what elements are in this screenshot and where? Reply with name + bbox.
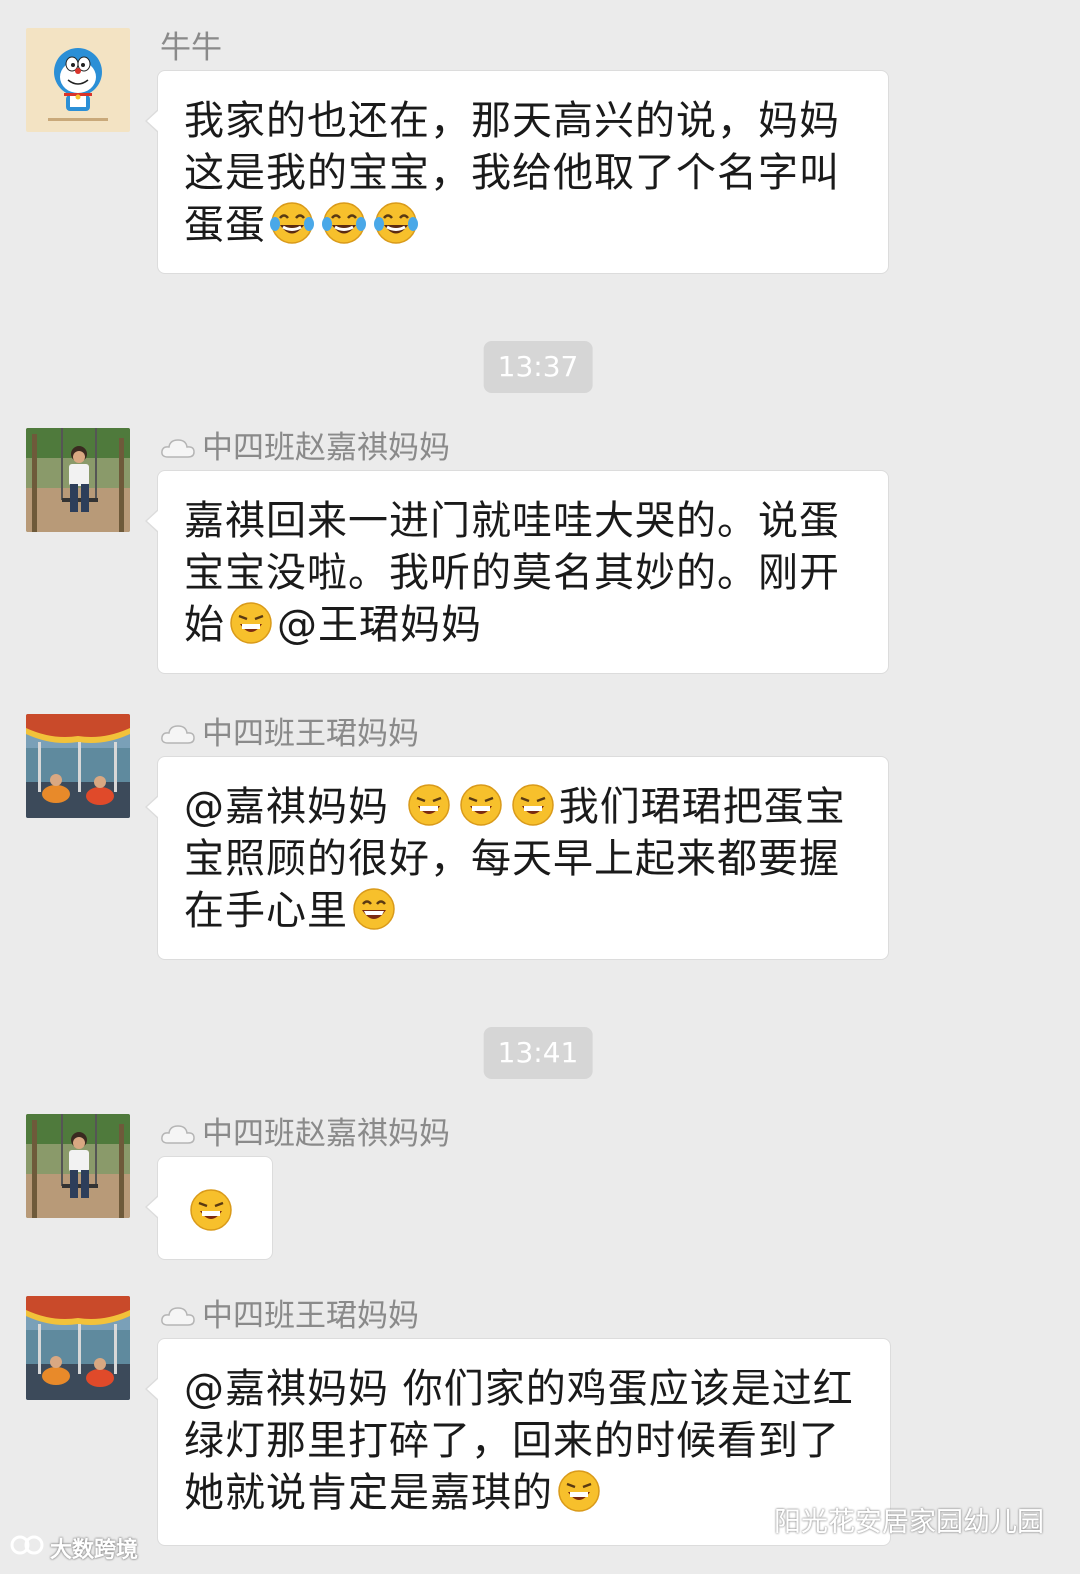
account-watermark: 阳光花安居家园幼儿园: [724, 1500, 1044, 1539]
grin-emoji-icon: [556, 1468, 602, 1514]
message-text: 蛋蛋: [184, 202, 266, 248]
grin-emoji-icon: [188, 1187, 234, 1233]
message-bubble[interactable]: [145, 1156, 273, 1260]
message-line: @嘉祺妈妈 你们家的鸡蛋应该是过红: [184, 1363, 864, 1415]
sender-name-text: 中四班王珺妈妈: [202, 1298, 419, 1334]
corner-watermark: 大数跨境: [10, 1532, 138, 1564]
doraemon-avatar-icon: [26, 28, 130, 132]
sender-name-text: 中四班赵嘉祺妈妈: [202, 430, 450, 466]
avatar[interactable]: [26, 1296, 130, 1400]
grin-emoji-icon: [228, 600, 274, 646]
message-bubble[interactable]: 嘉祺回来一进门就哇哇大哭的。说蛋 宝宝没啦。我听的莫名其妙的。刚开 始 @王珺妈妈: [145, 470, 889, 674]
tears-of-joy-emoji-icon: [269, 200, 315, 246]
message-text: 我们珺珺把蛋宝: [558, 784, 846, 830]
grin-emoji-icon: [458, 782, 504, 828]
tears-of-joy-emoji-icon: [373, 200, 419, 246]
message-text: 宝照顾的很好，每天早上起来都要握: [184, 836, 840, 882]
message-line: 嘉祺回来一进门就哇哇大哭的。说蛋: [184, 495, 862, 547]
message-text: 宝宝没啦。我听的莫名其妙的。刚开: [184, 550, 840, 596]
message-text: 这是我的宝宝，我给他取了个名字叫: [184, 150, 840, 196]
tears-of-joy-emoji-icon: [321, 200, 367, 246]
sender-name-text: 中四班赵嘉祺妈妈: [202, 1116, 450, 1152]
message-line: @嘉祺妈妈 我们珺珺把蛋宝: [184, 781, 862, 833]
sender-name: 中四班王珺妈妈: [160, 1296, 419, 1336]
message-text: 我家的也还在，那天高兴的说，妈妈: [184, 98, 840, 144]
message-text: 始: [184, 602, 225, 648]
timestamp: 13:41: [483, 1027, 593, 1079]
message-bubble[interactable]: @嘉祺妈妈 我们珺珺把蛋宝 宝照顾的很好，每天早上起来都要握 在手心里: [145, 756, 889, 960]
avatar[interactable]: [26, 1114, 130, 1218]
message-line: 在手心里: [184, 885, 862, 937]
child-on-swing-photo-icon: [26, 428, 130, 532]
sender-name: 牛牛: [160, 28, 222, 68]
sender-name-text: 中四班王珺妈妈: [202, 716, 419, 752]
message-text: @嘉祺妈妈 你们家的鸡蛋应该是过红: [184, 1366, 854, 1412]
grin-emoji-icon: [406, 782, 452, 828]
sender-name: 中四班王珺妈妈: [160, 714, 419, 754]
message-line: 蛋蛋: [184, 199, 862, 251]
watermark-text: 阳光花安居家园幼儿园: [774, 1507, 1044, 1538]
message-bubble[interactable]: 我家的也还在，那天高兴的说，妈妈 这是我的宝宝，我给他取了个名字叫 蛋蛋: [145, 70, 889, 274]
message-line: 始 @王珺妈妈: [184, 599, 862, 651]
cloud-icon: [160, 723, 196, 745]
message-text: 绿灯那里打碎了，回来的时候看到了: [184, 1418, 840, 1464]
message-text: 在手心里: [184, 888, 348, 934]
wechat-icon: [724, 1501, 768, 1538]
cloud-icon: [160, 437, 196, 459]
avatar[interactable]: [26, 714, 130, 818]
message-line: 这是我的宝宝，我给他取了个名字叫: [184, 147, 862, 199]
message-line: 宝宝没啦。我听的莫名其妙的。刚开: [184, 547, 862, 599]
carousel-photo-icon: [26, 1296, 130, 1400]
avatar[interactable]: [26, 28, 130, 132]
sender-name: 中四班赵嘉祺妈妈: [160, 428, 450, 468]
sender-name-text: 牛牛: [160, 30, 222, 66]
mention-text[interactable]: @嘉祺妈妈: [184, 784, 403, 830]
message-line: 我家的也还在，那天高兴的说，妈妈: [184, 95, 862, 147]
watermark-text: 大数跨境: [50, 1538, 139, 1563]
child-on-swing-photo-icon: [26, 1114, 130, 1218]
mention-text[interactable]: @王珺妈妈: [277, 602, 482, 648]
grin-emoji-icon: [510, 782, 556, 828]
timestamp: 13:37: [483, 341, 593, 393]
smile-emoji-icon: [351, 886, 397, 932]
message-line: 宝照顾的很好，每天早上起来都要握: [184, 833, 862, 885]
message-line: 绿灯那里打碎了，回来的时候看到了: [184, 1415, 864, 1467]
cloud-icon: [160, 1305, 196, 1327]
cloud-icon: [160, 1123, 196, 1145]
message-text: 嘉祺回来一进门就哇哇大哭的。说蛋: [184, 498, 840, 544]
carousel-photo-icon: [26, 714, 130, 818]
avatar[interactable]: [26, 428, 130, 532]
message-text: 她就说肯定是嘉琪的: [184, 1470, 553, 1516]
sender-name: 中四班赵嘉祺妈妈: [160, 1114, 450, 1154]
logo-icon: [10, 1533, 44, 1563]
